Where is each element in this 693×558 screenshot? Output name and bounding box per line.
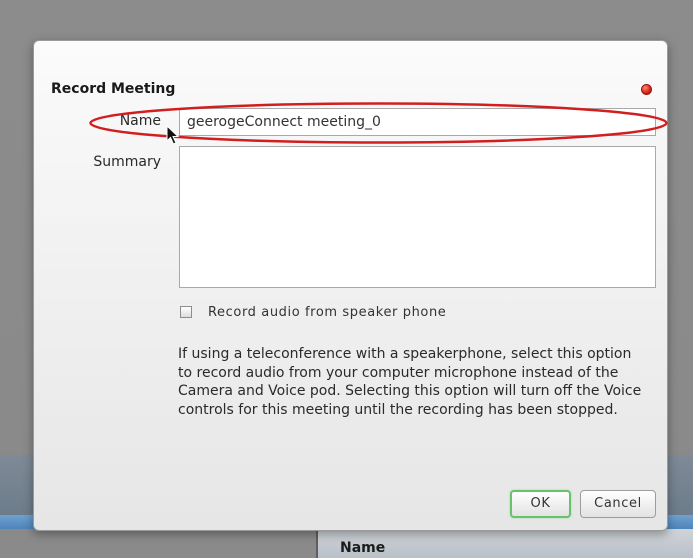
speaker-phone-checkbox[interactable] bbox=[180, 306, 192, 318]
summary-label: Summary bbox=[93, 154, 161, 170]
record-meeting-dialog: Record Meeting Name geerogeConnect meeti… bbox=[33, 40, 668, 531]
summary-textarea[interactable] bbox=[179, 146, 656, 288]
panel-header-label: Name bbox=[340, 540, 386, 556]
speaker-phone-info-text: If using a teleconference with a speaker… bbox=[178, 346, 642, 418]
close-icon[interactable] bbox=[641, 84, 652, 95]
mouse-pointer-icon bbox=[166, 125, 180, 145]
name-input[interactable]: geerogeConnect meeting_0 bbox=[179, 108, 656, 136]
dialog-title: Record Meeting bbox=[51, 81, 176, 97]
ok-button[interactable]: OK bbox=[510, 490, 571, 518]
cancel-button[interactable]: Cancel bbox=[580, 490, 656, 518]
background-panel-header: Name bbox=[316, 529, 693, 558]
name-label: Name bbox=[119, 113, 161, 129]
speaker-phone-checkbox-label[interactable]: Record audio from speaker phone bbox=[208, 305, 446, 320]
